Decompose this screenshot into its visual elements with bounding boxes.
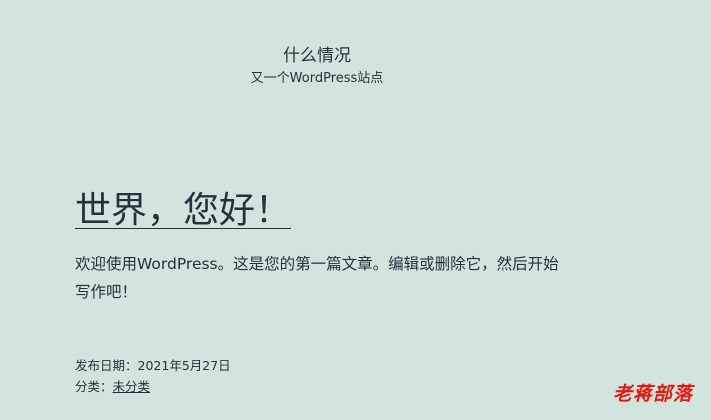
- site-header: 什么情况 又一个WordPress站点: [0, 44, 634, 88]
- post: 世界，您好！ 欢迎使用WordPress。这是您的第一篇文章。编辑或删除它，然后…: [75, 188, 565, 306]
- watermark-logo: 老蒋部落: [612, 383, 693, 405]
- post-meta: 发布日期：2021年5月27日 分类：未分类: [75, 355, 231, 397]
- site-title-link[interactable]: 什么情况: [283, 44, 351, 68]
- published-label: 发布日期：: [75, 358, 138, 373]
- site-description: 又一个WordPress站点: [250, 71, 384, 86]
- category-link[interactable]: 未分类: [113, 379, 151, 394]
- category-line: 分类：未分类: [75, 376, 231, 397]
- published-date: 2021年5月27日: [137, 358, 231, 373]
- post-content: 欢迎使用WordPress。这是您的第一篇文章。编辑或删除它，然后开始写作吧！: [75, 255, 559, 301]
- category-label: 分类：: [75, 379, 113, 394]
- post-title-link[interactable]: 世界，您好！: [75, 188, 315, 234]
- published-line: 发布日期：2021年5月27日: [75, 355, 231, 376]
